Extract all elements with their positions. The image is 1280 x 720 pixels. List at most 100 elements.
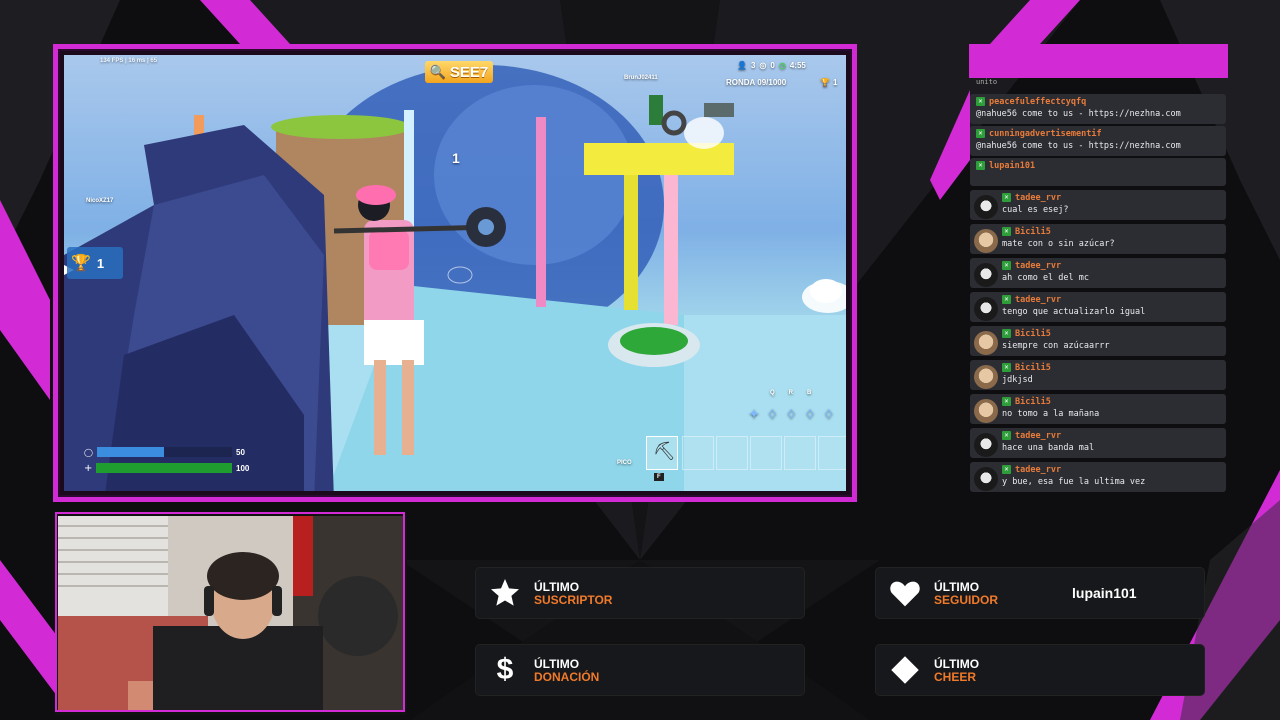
subscriber-sub: SUSCRIPTOR — [534, 593, 613, 607]
subscriber-badge-icon: ✕ — [1002, 431, 1011, 440]
shield-bar-fill — [96, 447, 165, 457]
shield-row: ◯ 50 — [84, 445, 254, 459]
subscriber-badge-icon: ✕ — [1002, 363, 1011, 372]
game-scene — [64, 65, 846, 491]
chat-text: ah como el del mc — [1002, 273, 1089, 283]
last-cheer-panel: ÚLTIMO CHEER — [876, 645, 1204, 695]
follower-title: ÚLTIMO — [934, 580, 980, 594]
elim-count: 0 — [770, 61, 775, 70]
diamond-icon — [888, 654, 922, 686]
subscriber-badge-icon: ✕ — [1002, 295, 1011, 304]
team-icon: 👤 — [737, 61, 747, 70]
weapon-label: PICO — [617, 460, 632, 466]
subscriber-badge-icon: ✕ — [1002, 227, 1011, 236]
user-avatar — [974, 467, 998, 491]
chat-partial-line: unito — [976, 78, 998, 86]
chat-username[interactable]: Bicili5 — [1015, 397, 1051, 407]
trophy-icon: 🏆 — [71, 255, 91, 272]
chat-message: ✕ lupain101 — [970, 158, 1226, 186]
health-shield-bars: ◯ 50 + 100 — [84, 445, 254, 477]
follower-sub: SEGUIDOR — [934, 593, 999, 607]
chat-message: ✕ Bicili5 mate con o sin azúcar? — [970, 224, 1226, 254]
team-count: 3 — [750, 61, 756, 70]
chat-message: ✕ peacefuleffectcyqfq @nahue56 come to us … — [970, 94, 1226, 124]
pickaxe-icon: ⛏ — [653, 441, 676, 462]
floating-number: 1 — [452, 150, 460, 166]
shield-value: 50 — [236, 447, 245, 457]
chat-username[interactable]: tadee_rvr — [1015, 295, 1061, 305]
build-keys: Q R B — [770, 390, 811, 396]
donation-sub: DONACIÓN — [534, 670, 600, 684]
magnifier-icon: 🔍 — [429, 64, 446, 79]
webcam-feed — [55, 513, 407, 715]
user-avatar — [974, 297, 998, 321]
health-value: 100 — [236, 463, 250, 473]
user-avatar — [974, 331, 998, 355]
weapon-slot-pickaxe: ⛏ — [646, 436, 678, 470]
build-key-2: R — [788, 390, 794, 396]
subscriber-badge-icon: ✕ — [1002, 465, 1011, 474]
weapon-key: F — [654, 473, 664, 481]
weapon-slot-2 — [682, 436, 714, 470]
players-left: 🏆 1 — [820, 78, 837, 87]
chat-text: siempre con azúcaarrr — [1002, 341, 1110, 351]
chat-username[interactable]: Bicili5 — [1015, 363, 1051, 373]
chat-username[interactable]: tadee_rvr — [1015, 261, 1061, 271]
chat-message: ✕ tadee_rvr cual es esej? — [970, 190, 1226, 220]
player-search-name: SEE7 — [449, 63, 489, 81]
chat-username[interactable]: tadee_rvr — [1015, 193, 1061, 203]
build-icons: ✦♢♢♢♢ — [749, 407, 843, 421]
build-key-3: B — [807, 390, 812, 396]
chat-username[interactable]: peacefuleffectcyqfq — [989, 97, 1086, 107]
chat-username[interactable]: cunningadvertisementif — [989, 129, 1102, 139]
chat-username[interactable]: Bicili5 — [1015, 329, 1051, 339]
chat-message: ✕ tadee_rvr y bue, esa fue la ultima vez — [970, 462, 1226, 492]
chat-message: ✕ Bicili5 siempre con azúcaarrr — [970, 326, 1226, 356]
chat-text: hace una banda mal — [1002, 443, 1095, 453]
storm-timer: 4:55 — [789, 61, 806, 70]
subscriber-badge-icon: ✕ — [1002, 397, 1011, 406]
player-search-badge: 🔍 SEE7 — [425, 61, 493, 83]
enemy-tag: NicoXZ17 — [86, 198, 114, 204]
weapon-slot-4 — [750, 436, 782, 470]
chat-message: ✕ tadee_rvr tengo que actualizarlo igual — [970, 292, 1226, 322]
subscriber-badge-icon: ✕ — [976, 161, 985, 170]
subscriber-badge-icon: ✕ — [1002, 193, 1011, 202]
health-row: + 100 — [84, 461, 254, 475]
follower-value: lupain101 — [1072, 585, 1137, 601]
subscriber-badge-icon: ✕ — [1002, 261, 1011, 270]
trophy-count: 1 — [96, 255, 105, 271]
chat-message: ✕ Bicili5 no tomo a la mañana — [970, 394, 1226, 424]
chat-username[interactable]: lupain101 — [989, 161, 1035, 171]
chat-text: @nahue56 come to us - https://nezhna.com — [976, 141, 1181, 151]
fps-readout: 134 FPS | 16 ms | 65 — [100, 58, 158, 64]
subscriber-title: ÚLTIMO — [534, 580, 580, 594]
user-avatar — [974, 229, 998, 253]
subscriber-badge-icon: ✕ — [976, 129, 985, 138]
match-stats: 👤 3 ◎ 0 ◷ 4:55 — [737, 61, 806, 70]
chat-message: ✕ cunningadvertisementif @nahue56 come to … — [970, 126, 1226, 156]
opponent-tag: BrunJ02411 — [624, 75, 658, 81]
last-subscriber-panel: ÚLTIMO SUSCRIPTOR — [476, 568, 804, 618]
cheer-sub: CHEER — [934, 670, 977, 684]
elim-icon: ◎ — [759, 61, 767, 70]
chat-text: no tomo a la mañana — [1002, 409, 1100, 419]
chat-message: ✕ tadee_rvrah como el del mc — [970, 258, 1226, 288]
chat-text: mate con o sin azúcar? — [1002, 239, 1115, 249]
plus-icon: + — [84, 462, 93, 474]
shield-bar — [96, 447, 232, 457]
chat-username[interactable]: tadee_rvr — [1015, 431, 1061, 441]
webcam-scene — [58, 516, 404, 712]
cheer-title: ÚLTIMO — [934, 657, 980, 671]
chat-username[interactable]: tadee_rvr — [1015, 465, 1061, 475]
user-avatar — [974, 399, 998, 423]
build-key-1: Q — [770, 390, 775, 396]
heart-icon — [888, 577, 922, 609]
chat-username[interactable]: Bicili5 — [1015, 227, 1051, 237]
chat-message: ✕ Bicili5 jdkjsd — [970, 360, 1226, 390]
chat-panel: unito ✕ peacefuleffectcyqfq @nahue56 come … — [968, 44, 1230, 504]
last-donation-panel: $ ÚLTIMO DONACIÓN — [476, 645, 804, 695]
subscriber-badge-icon: ✕ — [976, 97, 985, 106]
chat-header — [969, 44, 1228, 78]
chat-text: @nahue56 come to us - https://nezhna.com — [976, 109, 1181, 119]
